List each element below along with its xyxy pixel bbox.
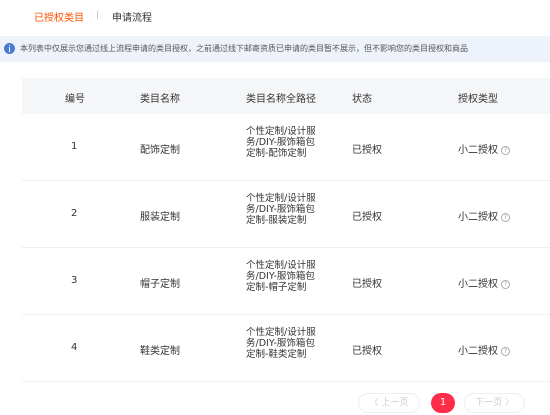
header-id: 编号 <box>65 94 85 105</box>
table-row: 3 帽子定制 个性定制/设计服 务/DIY-服饰箱包 定制-帽子定制 已授权 小… <box>22 248 550 315</box>
path-line: 定制-鞋类定制 <box>246 349 307 360</box>
question-icon[interactable]: ? <box>501 347 510 356</box>
row-auth-type: 小二授权? <box>458 141 510 156</box>
row-auth-type: 小二授权? <box>458 208 510 223</box>
path-line: 务/DIY-服饰箱包 <box>246 338 315 349</box>
tab-authorized-categories[interactable]: 已授权类目 <box>34 9 84 24</box>
row-status: 已授权 <box>352 279 382 290</box>
row-category-path: 个性定制/设计服 务/DIY-服饰箱包 定制-服装定制 <box>246 193 316 226</box>
row-category-name: 鞋类定制 <box>140 346 180 357</box>
path-line: 定制-服装定制 <box>246 215 307 226</box>
auth-type-label: 小二授权 <box>458 212 498 223</box>
header-status: 状态 <box>352 94 372 105</box>
page-1-button[interactable]: 1 <box>431 393 455 413</box>
path-line: 个性定制/设计服 <box>246 260 316 271</box>
path-line: 定制-帽子定制 <box>246 282 307 293</box>
header-category-name: 类目名称 <box>140 94 180 105</box>
row-status: 已授权 <box>352 212 382 223</box>
tab-bar: 已授权类目 申请流程 <box>0 0 550 30</box>
table-header: 编号 类目名称 类目名称全路径 状态 授权类型 <box>22 78 550 114</box>
row-category-name: 配饰定制 <box>140 145 180 156</box>
row-id: 1 <box>71 141 78 152</box>
table-row: 1 配饰定制 个性定制/设计服 务/DIY-服饰箱包 定制-配饰定制 已授权 小… <box>22 114 550 181</box>
next-page-button[interactable]: 下一页 〉 <box>464 393 525 413</box>
path-line: 务/DIY-服饰箱包 <box>246 271 315 282</box>
row-id: 2 <box>71 208 78 219</box>
row-id: 3 <box>71 275 78 286</box>
prev-page-button[interactable]: 〈 上一页 <box>358 393 420 413</box>
tab-divider <box>97 11 98 19</box>
row-category-name: 服装定制 <box>140 212 180 223</box>
row-category-path: 个性定制/设计服 务/DIY-服饰箱包 定制-鞋类定制 <box>246 327 316 360</box>
row-id: 4 <box>71 342 78 353</box>
question-icon[interactable]: ? <box>501 280 510 289</box>
header-auth-type: 授权类型 <box>458 94 498 105</box>
path-line: 务/DIY-服饰箱包 <box>246 137 315 148</box>
question-icon[interactable]: ? <box>501 146 510 155</box>
path-line: 个性定制/设计服 <box>246 327 316 338</box>
path-line: 定制-配饰定制 <box>246 148 307 159</box>
row-category-path: 个性定制/设计服 务/DIY-服饰箱包 定制-配饰定制 <box>246 126 316 159</box>
row-status: 已授权 <box>352 145 382 156</box>
header-category-path: 类目名称全路径 <box>246 94 316 105</box>
auth-type-label: 小二授权 <box>458 279 498 290</box>
notice-banner: 本列表中仅展示您通过线上流程申请的类目授权，之前通过线下邮寄资质已申请的类目暂不… <box>0 36 550 62</box>
row-category-name: 帽子定制 <box>140 279 180 290</box>
info-icon <box>4 43 15 54</box>
auth-type-label: 小二授权 <box>458 145 498 156</box>
question-icon[interactable]: ? <box>501 213 510 222</box>
notice-text: 本列表中仅展示您通过线上流程申请的类目授权，之前通过线下邮寄资质已申请的类目暂不… <box>20 44 468 53</box>
auth-type-label: 小二授权 <box>458 346 498 357</box>
row-auth-type: 小二授权? <box>458 275 510 290</box>
path-line: 个性定制/设计服 <box>246 126 316 137</box>
row-auth-type: 小二授权? <box>458 342 510 357</box>
table-row: 2 服装定制 个性定制/设计服 务/DIY-服饰箱包 定制-服装定制 已授权 小… <box>22 181 550 248</box>
path-line: 务/DIY-服饰箱包 <box>246 204 315 215</box>
row-status: 已授权 <box>352 346 382 357</box>
table-row: 4 鞋类定制 个性定制/设计服 务/DIY-服饰箱包 定制-鞋类定制 已授权 小… <box>22 315 550 382</box>
path-line: 个性定制/设计服 <box>246 193 316 204</box>
tab-application-process[interactable]: 申请流程 <box>112 9 152 24</box>
row-category-path: 个性定制/设计服 务/DIY-服饰箱包 定制-帽子定制 <box>246 260 316 293</box>
